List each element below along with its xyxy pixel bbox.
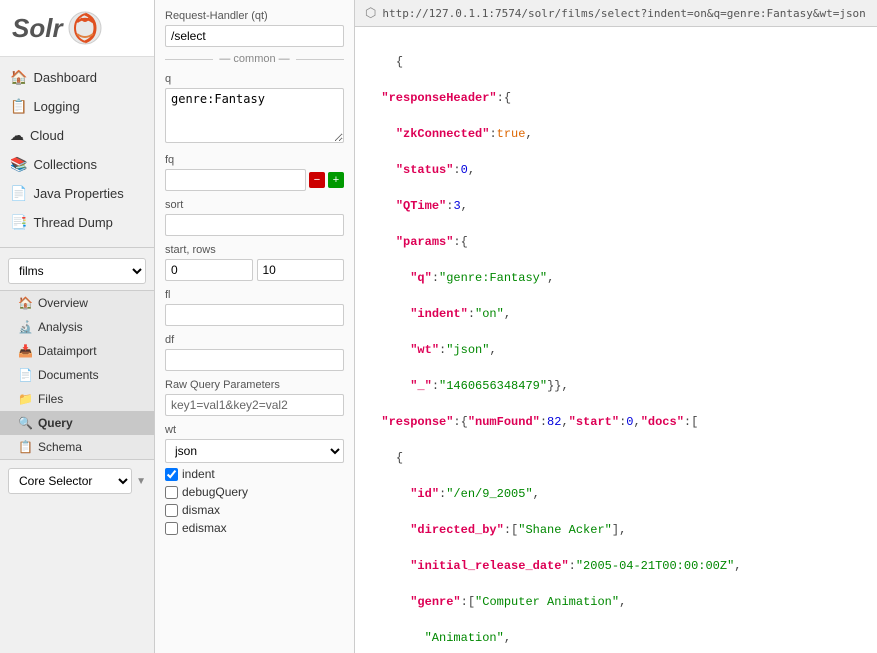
dashboard-icon: 🏠: [10, 69, 27, 86]
sidebar-item-cloud[interactable]: ☁ Cloud: [0, 121, 154, 150]
sub-nav-schema[interactable]: 📋 Schema: [0, 435, 154, 459]
sidebar-item-collections-label: Collections: [33, 157, 97, 172]
dismax-checkbox[interactable]: [165, 504, 178, 517]
dismax-row: dismax: [165, 503, 344, 517]
sub-nav-analysis[interactable]: 🔬 Analysis: [0, 315, 154, 339]
fq-minus-button[interactable]: −: [309, 172, 325, 188]
sub-nav-query[interactable]: 🔍 Query: [0, 411, 154, 435]
query-icon: 🔍: [18, 416, 33, 430]
logo-icon: [67, 10, 103, 46]
java-properties-icon: 📄: [10, 185, 27, 202]
edismax-row: edismax: [165, 521, 344, 535]
start-rows-label: start, rows: [165, 244, 344, 256]
sidebar-item-thread-dump-label: Thread Dump: [33, 215, 112, 230]
sidebar: Solr 🏠 Dashboard 📋 Logging ☁ Cloud 📚 Col…: [0, 0, 155, 653]
core-selector-arrow: ▼: [136, 476, 146, 487]
df-input[interactable]: [165, 349, 344, 371]
sub-nav-dataimport[interactable]: 📥 Dataimport: [0, 339, 154, 363]
sidebar-divider: [0, 247, 154, 248]
common-label: — common —: [213, 53, 295, 65]
logging-icon: 📋: [10, 98, 27, 115]
collections-icon: 📚: [10, 156, 27, 173]
core-selector-area: films: [0, 252, 154, 290]
indent-row: indent: [165, 467, 344, 481]
core-selector-bottom-dropdown[interactable]: Core Selector: [8, 468, 132, 494]
indent-checkbox[interactable]: [165, 468, 178, 481]
fq-row: − +: [165, 169, 344, 191]
raw-query-input[interactable]: [165, 394, 344, 416]
sub-nav-documents-label: Documents: [38, 368, 99, 382]
sub-nav-dataimport-label: Dataimport: [38, 344, 97, 358]
sidebar-item-thread-dump[interactable]: 📑 Thread Dump: [0, 208, 154, 237]
edismax-checkbox[interactable]: [165, 522, 178, 535]
q-label: q: [165, 73, 344, 85]
sidebar-item-logging[interactable]: 📋 Logging: [0, 92, 154, 121]
files-icon: 📁: [18, 392, 33, 406]
documents-icon: 📄: [18, 368, 33, 382]
cloud-icon: ☁: [10, 127, 24, 144]
sidebar-item-java-properties[interactable]: 📄 Java Properties: [0, 179, 154, 208]
fq-input[interactable]: [165, 169, 306, 191]
debug-query-checkbox[interactable]: [165, 486, 178, 499]
core-selector-dropdown[interactable]: films: [8, 258, 146, 284]
main-nav: 🏠 Dashboard 📋 Logging ☁ Cloud 📚 Collecti…: [0, 57, 154, 243]
sub-nav-analysis-label: Analysis: [38, 320, 83, 334]
debug-query-row: debugQuery: [165, 485, 344, 499]
start-rows-row: [165, 259, 344, 281]
sort-input[interactable]: [165, 214, 344, 236]
sub-nav-files-label: Files: [38, 392, 63, 406]
q-input[interactable]: [165, 88, 344, 143]
fq-label: fq: [165, 154, 344, 166]
edismax-label: edismax: [182, 521, 227, 535]
wt-label: wt: [165, 424, 344, 436]
analysis-icon: 🔬: [18, 320, 33, 334]
schema-icon: 📋: [18, 440, 33, 454]
df-label: df: [165, 334, 344, 346]
wt-select[interactable]: json xml python ruby: [165, 439, 344, 463]
sub-nav-documents[interactable]: 📄 Documents: [0, 363, 154, 387]
core-selector-bottom: Core Selector ▼: [0, 459, 154, 502]
logo-area: Solr: [0, 0, 154, 57]
dataimport-icon: 📥: [18, 344, 33, 358]
debug-query-label: debugQuery: [182, 485, 248, 499]
fq-plus-button[interactable]: +: [328, 172, 344, 188]
sidebar-item-cloud-label: Cloud: [30, 128, 64, 143]
dismax-label: dismax: [182, 503, 220, 517]
fl-label: fl: [165, 289, 344, 301]
common-section-divider: — common —: [165, 53, 344, 65]
sidebar-item-dashboard-label: Dashboard: [33, 70, 97, 85]
logo-text: Solr: [12, 13, 63, 44]
start-input[interactable]: [165, 259, 253, 281]
sort-label: sort: [165, 199, 344, 211]
sub-nav-schema-label: Schema: [38, 440, 82, 454]
indent-label: indent: [182, 467, 215, 481]
sidebar-item-collections[interactable]: 📚 Collections: [0, 150, 154, 179]
sub-nav-overview-label: Overview: [38, 296, 88, 310]
json-output: { "responseHeader":{ "zkConnected":true,…: [355, 27, 877, 653]
rows-input[interactable]: [257, 259, 345, 281]
url-bar: ⬡ http://127.0.1.1:7574/solr/films/selec…: [355, 0, 877, 27]
sidebar-item-java-properties-label: Java Properties: [33, 186, 123, 201]
overview-icon: 🏠: [18, 296, 33, 310]
sub-nav-files[interactable]: 📁 Files: [0, 387, 154, 411]
thread-dump-icon: 📑: [10, 214, 27, 231]
raw-query-label: Raw Query Parameters: [165, 379, 344, 391]
sub-nav-query-label: Query: [38, 416, 73, 430]
request-handler-label: Request-Handler (qt): [165, 10, 344, 22]
request-handler-input[interactable]: [165, 25, 344, 47]
query-form-panel: Request-Handler (qt) — common — q fq − +…: [155, 0, 355, 653]
url-text: http://127.0.1.1:7574/solr/films/select?…: [382, 7, 865, 20]
fl-input[interactable]: [165, 304, 344, 326]
sidebar-item-logging-label: Logging: [33, 99, 79, 114]
right-panel: ⬡ http://127.0.1.1:7574/solr/films/selec…: [355, 0, 877, 653]
url-bar-icon: ⬡: [365, 5, 376, 21]
sub-nav-overview[interactable]: 🏠 Overview: [0, 291, 154, 315]
sidebar-item-dashboard[interactable]: 🏠 Dashboard: [0, 63, 154, 92]
collection-sub-nav: 🏠 Overview 🔬 Analysis 📥 Dataimport 📄 Doc…: [0, 290, 154, 459]
